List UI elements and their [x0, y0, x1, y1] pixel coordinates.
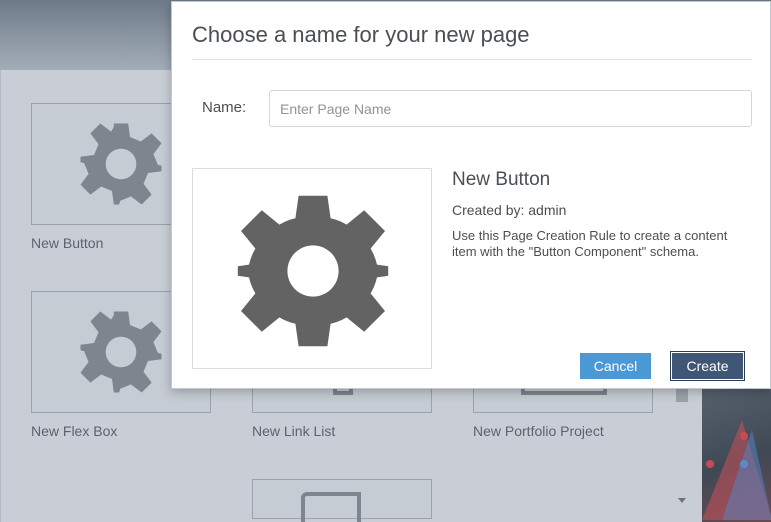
- page-name-input[interactable]: [269, 90, 752, 127]
- document-icon: [301, 492, 361, 522]
- cancel-button[interactable]: Cancel: [580, 353, 651, 379]
- tile-label: New Link List: [252, 423, 336, 439]
- template-preview: [192, 168, 432, 369]
- template-tile-partial[interactable]: [252, 479, 432, 522]
- tile-label: New Button: [31, 235, 104, 251]
- template-author: Created by: admin: [452, 202, 567, 218]
- tile-label: New Flex Box: [31, 423, 118, 439]
- scroll-down-icon[interactable]: [678, 498, 686, 503]
- gear-icon: [80, 311, 162, 393]
- divider: [192, 59, 752, 60]
- template-title: New Button: [452, 169, 551, 190]
- tile-label: New Portfolio Project: [473, 423, 604, 439]
- gear-icon: [237, 195, 389, 347]
- template-description: Use this Page Creation Rule to create a …: [452, 228, 728, 259]
- name-label: Name:: [202, 99, 247, 116]
- new-page-dialog: Choose a name for your new page Name: Ne…: [171, 1, 771, 389]
- gear-icon: [80, 123, 162, 205]
- create-button[interactable]: Create: [670, 351, 745, 381]
- dialog-title: Choose a name for your new page: [192, 22, 530, 47]
- background-decoration: [702, 370, 771, 522]
